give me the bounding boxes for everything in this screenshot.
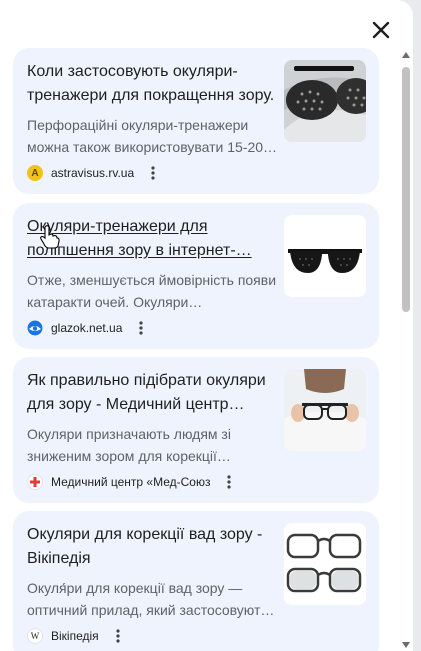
more-options-button[interactable] [109,627,127,645]
result-thumbnail[interactable] [284,60,366,142]
favicon-letter: A [31,167,39,179]
wikipedia-favicon-icon: W [27,628,43,644]
close-button[interactable] [369,18,393,42]
source-name: glazok.net.ua [51,321,123,335]
result-snippet: Отже, зменшується ймовірність появи ката… [27,272,277,310]
scrollbar[interactable] [400,50,412,648]
result-card[interactable]: Окуляри-тренажери для поліпшення зору в … [13,203,379,349]
close-icon [372,21,390,39]
result-snippet: Перфораційні окуляри-тренажери можна так… [27,117,278,155]
result-snippet: Окуляри призначають людям зі зниженим зо… [27,426,231,464]
astravisus-favicon-icon: A [27,165,43,181]
scroll-up-arrow-icon[interactable] [402,52,410,58]
result-title[interactable]: Окуляри для корекції вад зору - Вікіпеді… [27,523,279,571]
result-source: A astravisus.rv.ua [27,164,162,182]
woman-holding-glasses-photo [284,369,366,451]
more-options-button[interactable] [144,164,162,182]
source-name: astravisus.rv.ua [51,166,135,180]
result-card[interactable]: Як правильно підібрати окуляри для зору … [13,357,379,503]
two-eyeglasses-photo [284,523,366,605]
result-source: glazok.net.ua [27,319,150,337]
scrollbar-thumb[interactable] [402,67,410,312]
result-thumbnail[interactable] [284,215,366,297]
result-source: Медичний центр «Мед-Союз [27,473,238,491]
source-name: Медичний центр «Мед-Союз [51,475,211,489]
result-thumbnail[interactable] [284,523,366,605]
result-title[interactable]: Окуляри-тренажери для поліпшення зору в … [27,215,279,263]
result-source: W Вікіпедія [27,627,127,645]
more-vert-icon [116,629,120,643]
glazok-favicon-icon [27,320,43,336]
search-results-panel: Коли застосовують окуляри-тренажери для … [0,0,413,651]
hand-pointer-cursor-icon [40,225,60,249]
more-options-button[interactable] [220,473,238,491]
scroll-down-arrow-icon[interactable] [402,642,410,648]
favicon-letter: W [30,631,40,641]
pinhole-sunglasses-photo [284,215,366,297]
result-card[interactable]: Окуляри для корекції вад зору - Вікіпеді… [13,511,379,651]
result-thumbnail[interactable] [284,369,366,451]
more-options-button[interactable] [132,319,150,337]
source-name: Вікіпедія [51,629,99,643]
more-vert-icon [227,475,232,489]
result-title[interactable]: Як правильно підібрати окуляри для зору … [27,369,279,417]
more-vert-icon [151,166,155,180]
more-vert-icon [139,321,143,335]
med-soyuz-favicon-icon [27,474,43,490]
result-card[interactable]: Коли застосовують окуляри-тренажери для … [13,48,379,194]
result-title[interactable]: Коли застосовують окуляри-тренажери для … [27,60,279,108]
pinhole-glasses-photo [284,60,366,142]
result-snippet: Окуля́ри для корекції вад зору — оптични… [27,580,275,618]
